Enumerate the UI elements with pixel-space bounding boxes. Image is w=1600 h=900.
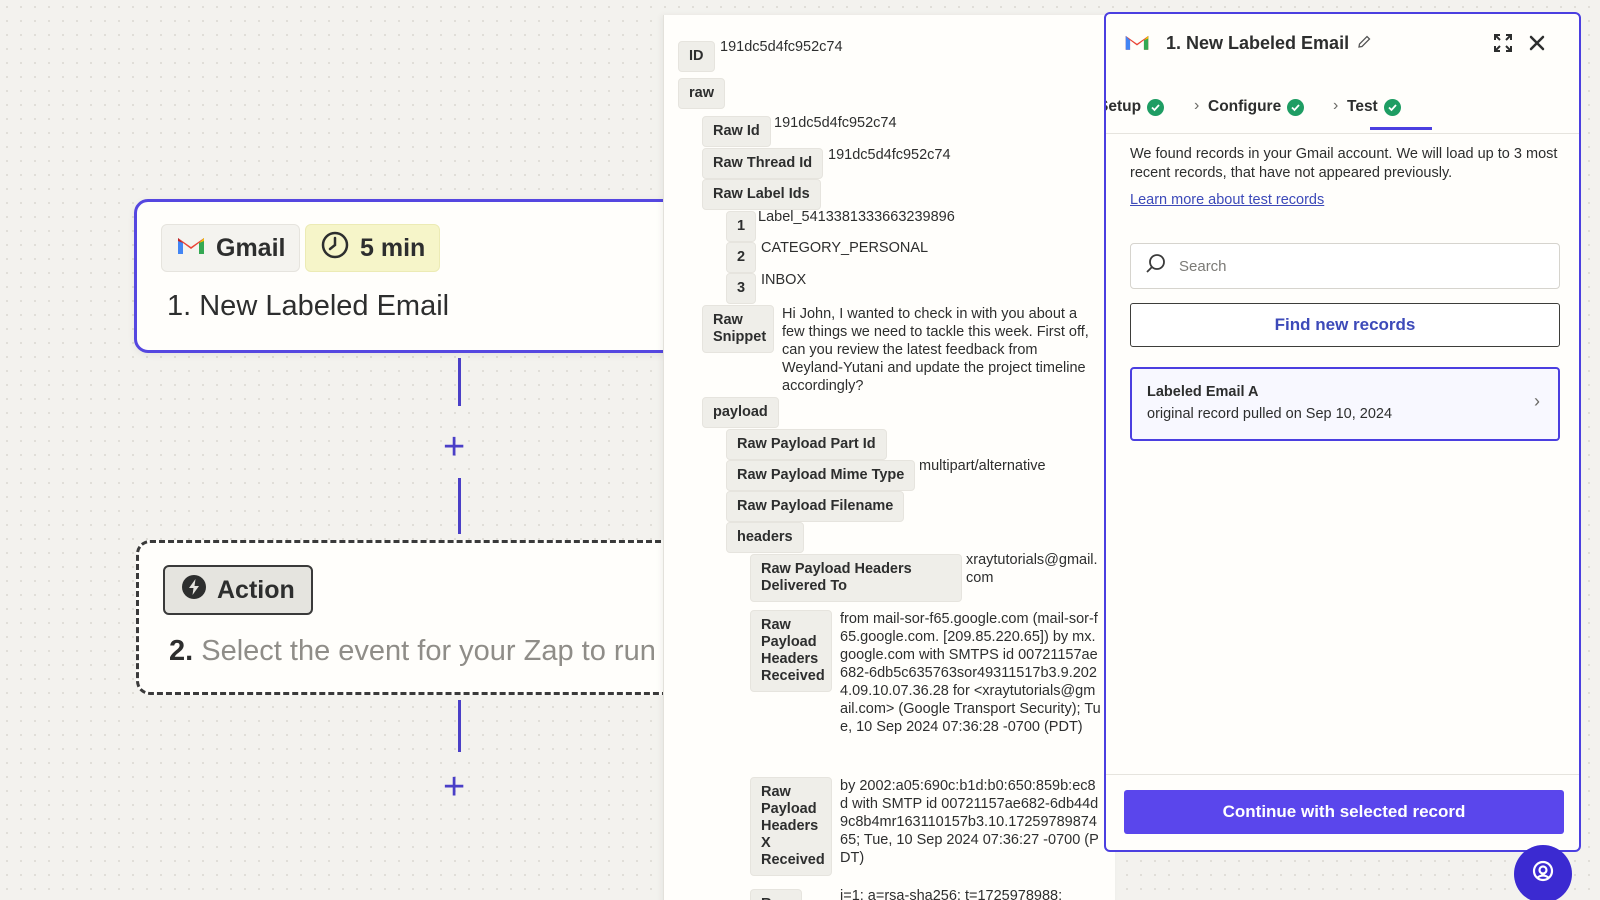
field-key-raw-payload-part-id: Raw Payload Part Id — [726, 429, 887, 460]
field-key-received: Raw Payload Headers Received — [750, 610, 832, 692]
interval-label: 5 min — [360, 233, 426, 262]
check-circle-icon — [1147, 98, 1165, 116]
field-value-raw-payload-mime-type: multipart/alternative — [919, 458, 1046, 474]
pencil-icon[interactable] — [1357, 33, 1371, 54]
test-info-text: We found records in your Gmail account. … — [1130, 146, 1558, 181]
action-placeholder: Select the event for your Zap to run — [201, 635, 656, 667]
side-panel-title: 1. New Labeled Email — [1166, 33, 1371, 54]
close-icon[interactable] — [1526, 32, 1550, 56]
tab-configure[interactable]: Configure — [1208, 98, 1305, 116]
field-key-x-received: Raw Payload Headers X Received — [750, 777, 832, 876]
learn-more-link[interactable]: Learn more about test records — [1130, 192, 1324, 208]
field-key-next: Raw — [750, 889, 802, 900]
field-key-raw-payload-filename: Raw Payload Filename — [726, 491, 905, 522]
label-value: CATEGORY_PERSONAL — [761, 240, 929, 256]
chevron-right-icon: › — [1333, 97, 1339, 114]
record-subtitle: original record pulled on Sep 10, 2024 — [1147, 406, 1393, 422]
tab-setup[interactable]: Setup — [1106, 98, 1165, 116]
label-index: 2 — [726, 242, 757, 273]
expand-icon[interactable] — [1492, 32, 1516, 56]
app-badge: Gmail — [161, 224, 301, 272]
action-badge: Action — [163, 565, 313, 615]
label-value: Label_5413381333663239896 — [758, 209, 955, 225]
label-index: 1 — [726, 211, 757, 242]
step-side-panel[interactable]: 1. New Labeled Email Setup › Configu — [1104, 12, 1581, 852]
label-value: INBOX — [761, 272, 807, 288]
record-data-panel[interactable]: ID 191dc5d4fc952c74 raw Raw Id 191dc5d4f… — [663, 15, 1115, 900]
step-number: 2. — [169, 635, 194, 667]
action-badge-label: Action — [217, 575, 295, 604]
field-value-raw-snippet: Hi John, I wanted to check in with you a… — [782, 306, 1089, 394]
add-step-plus-icon[interactable]: + — [443, 428, 465, 466]
record-search[interactable] — [1130, 243, 1560, 289]
find-new-records-button[interactable]: Find new records — [1130, 303, 1560, 347]
continue-with-selected-record-button[interactable]: Continue with selected record — [1124, 790, 1564, 834]
field-key-raw-id: Raw Id — [702, 116, 771, 147]
tab-label: Test — [1347, 98, 1378, 115]
field-value-received: from mail-sor-f65.google.com (mail-sor-f… — [840, 611, 1101, 735]
field-value-next: i=1; a=rsa-sha256; t=1725978988; — [840, 888, 1063, 900]
field-value-raw-id: 191dc5d4fc952c74 — [774, 115, 897, 131]
field-value-delivered-to: xraytutorials@gmail.com — [966, 552, 1098, 586]
tab-label: Configure — [1208, 98, 1282, 115]
check-circle-icon — [1287, 98, 1305, 116]
field-key-raw-payload-mime-type: Raw Payload Mime Type — [726, 460, 916, 491]
help-chat-button[interactable] — [1514, 845, 1572, 900]
connector-line — [458, 358, 461, 406]
field-key-headers: headers — [726, 522, 804, 553]
field-key-raw: raw — [678, 78, 725, 109]
chevron-right-icon: › — [1194, 97, 1200, 114]
clock-icon — [320, 230, 350, 267]
interval-badge: 5 min — [305, 224, 441, 272]
tab-test[interactable]: Test — [1347, 98, 1401, 116]
connector-line — [458, 478, 461, 534]
action-step-card[interactable]: Action 2. Select the event for your Zap … — [136, 540, 736, 695]
check-circle-icon — [1383, 98, 1401, 116]
tab-label: Setup — [1106, 98, 1142, 115]
bolt-icon — [181, 574, 207, 607]
trigger-step-card[interactable]: Gmail 5 min 1. New Labeled Email — [134, 199, 734, 353]
connector-line — [458, 700, 461, 752]
field-value-x-received: by 2002:a05:690c:b1d:b0:650:859b:ec8d wi… — [840, 778, 1099, 866]
action-title: 2. Select the event for your Zap to run — [169, 635, 656, 668]
trigger-title: 1. New Labeled Email — [167, 290, 450, 322]
search-input[interactable] — [1179, 257, 1539, 275]
field-key-raw-snippet: Raw Snippet — [702, 305, 774, 353]
label-index: 3 — [726, 273, 757, 304]
chevron-right-icon: › — [1534, 391, 1540, 411]
gmail-icon — [1124, 32, 1149, 56]
field-value-id: 191dc5d4fc952c74 — [720, 39, 843, 55]
field-key-delivered-to: Raw Payload Headers Delivered To — [750, 554, 962, 602]
active-tab-indicator — [1370, 127, 1432, 130]
record-title: Labeled Email A — [1147, 384, 1259, 400]
field-key-raw-thread-id: Raw Thread Id — [702, 148, 824, 179]
field-key-raw-label-ids: Raw Label Ids — [702, 179, 821, 210]
support-agent-icon — [1528, 857, 1558, 892]
field-key-id: ID — [678, 41, 715, 72]
app-name: Gmail — [216, 233, 286, 262]
record-option[interactable]: Labeled Email A original record pulled o… — [1130, 367, 1560, 441]
search-icon — [1145, 253, 1167, 280]
gmail-icon — [176, 234, 206, 263]
side-panel-header: 1. New Labeled Email — [1106, 14, 1579, 74]
field-key-payload: payload — [702, 397, 779, 428]
step-tabs: Setup › Configure › Test — [1106, 74, 1579, 134]
add-step-plus-icon[interactable]: + — [443, 768, 465, 806]
side-panel-title-text: 1. New Labeled Email — [1166, 33, 1350, 53]
field-value-raw-thread-id: 191dc5d4fc952c74 — [828, 147, 951, 163]
